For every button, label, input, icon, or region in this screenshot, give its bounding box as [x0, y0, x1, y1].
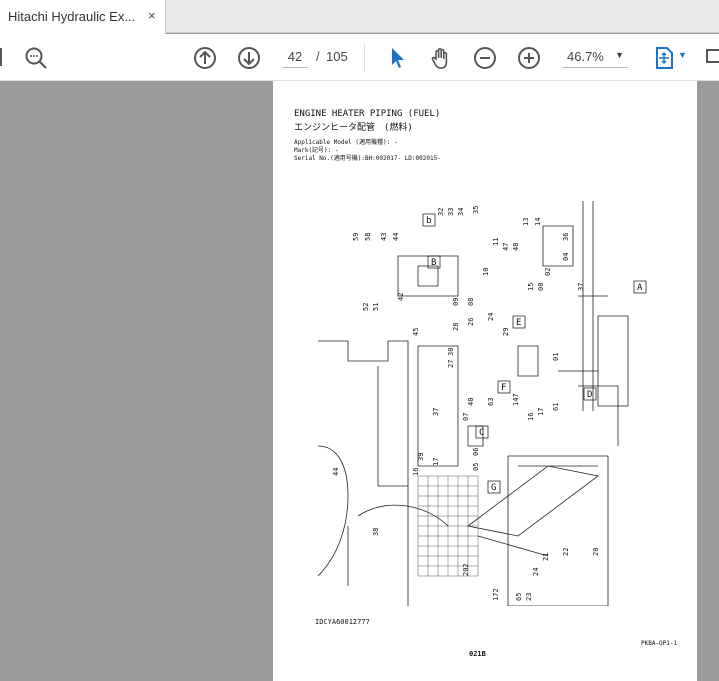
- hand-tool-icon[interactable]: [429, 46, 453, 70]
- doc-title-en: ENGINE HEATER PIPING (FUEL): [294, 109, 441, 119]
- part-number: 10: [482, 268, 490, 276]
- callout-d: D: [587, 390, 592, 400]
- part-number: 00: [537, 283, 545, 291]
- callout-e: E: [516, 318, 521, 328]
- callout-f: F: [501, 383, 506, 393]
- callout-a: A: [637, 283, 643, 293]
- part-number: 61: [552, 403, 560, 411]
- part-number: 06: [472, 448, 480, 456]
- part-number: 42: [397, 293, 405, 301]
- page-code: 021B: [469, 650, 486, 658]
- part-number: 37: [432, 408, 440, 416]
- piping-diagram: A B C D E F G b 59 58 43 44 52 51 42 32 33 34 35 10…: [318, 201, 647, 606]
- part-number: 16: [527, 413, 535, 421]
- part-number: 15: [527, 283, 535, 291]
- drawing-id: IDCYA60012777: [315, 618, 370, 626]
- callout-b-small: b: [426, 216, 431, 226]
- part-number: 02: [544, 268, 552, 276]
- document-tab[interactable]: Hitachi Hydraulic Ex... ×: [0, 0, 166, 34]
- part-number: 32: [437, 208, 445, 216]
- part-number: 43: [380, 233, 388, 241]
- comment-icon[interactable]: [705, 46, 719, 70]
- part-number: 13: [522, 218, 530, 226]
- part-number: 172: [492, 588, 500, 601]
- part-number: 30: [447, 348, 455, 356]
- part-number: 20: [592, 548, 600, 556]
- toolbar-divider: [364, 44, 365, 72]
- part-number: 16: [412, 468, 420, 476]
- previous-page-icon[interactable]: [193, 46, 217, 70]
- part-number: 04: [562, 253, 570, 261]
- part-number: 147: [512, 393, 520, 406]
- part-number: 07: [462, 413, 470, 421]
- part-number: 33: [447, 208, 455, 216]
- part-number: 23: [525, 593, 533, 601]
- chevron-down-icon: ▼: [615, 50, 624, 60]
- part-number: 17: [537, 408, 545, 416]
- part-number: 48: [512, 243, 520, 251]
- part-number: 202: [462, 563, 470, 576]
- zoom-out-icon[interactable]: [473, 46, 497, 70]
- part-number: 14: [534, 218, 542, 226]
- zoom-level-select[interactable]: 46.7% ▼: [562, 46, 628, 68]
- part-number: 24: [487, 313, 495, 321]
- part-number: 24: [532, 568, 540, 576]
- close-tab-icon[interactable]: ×: [148, 8, 156, 23]
- zoom-value: 46.7%: [567, 49, 604, 64]
- tab-title: Hitachi Hydraulic Ex...: [8, 9, 136, 24]
- fit-page-icon[interactable]: [652, 46, 676, 70]
- part-number: 01: [552, 353, 560, 361]
- part-number: 51: [372, 303, 380, 311]
- part-number: 22: [562, 548, 570, 556]
- sidebar-toggle[interactable]: [0, 48, 2, 66]
- part-number: 65: [515, 593, 523, 601]
- page-separator: /: [316, 49, 320, 64]
- select-tool-icon[interactable]: [386, 46, 410, 70]
- toolbar: / 105 46.7% ▼ ▼: [0, 34, 719, 81]
- tab-bar: Hitachi Hydraulic Ex... ×: [0, 0, 719, 34]
- part-number: 17: [432, 458, 440, 466]
- part-number: 28: [452, 323, 460, 331]
- page-total: 105: [326, 49, 348, 64]
- callout-c: C: [479, 428, 484, 438]
- find-icon[interactable]: [24, 46, 48, 70]
- part-number: 29: [502, 328, 510, 336]
- pdf-page: ENGINE HEATER PIPING (FUEL) エンジンヒータ配管 (燃…: [273, 81, 697, 681]
- fit-page-dropdown-icon[interactable]: ▼: [678, 50, 687, 60]
- part-number: 47: [502, 243, 510, 251]
- part-number: 39: [417, 453, 425, 461]
- part-number: 08: [467, 298, 475, 306]
- part-number: 59: [352, 233, 360, 241]
- part-number: 34: [457, 208, 465, 216]
- part-number: 52: [362, 303, 370, 311]
- part-number: 11: [492, 238, 500, 246]
- part-number: 40: [467, 398, 475, 406]
- part-number: 44: [332, 468, 340, 476]
- page-number-input[interactable]: [282, 46, 308, 68]
- callout-b: B: [431, 258, 436, 268]
- part-number: 27: [447, 360, 455, 368]
- doc-title-jp: エンジンヒータ配管 (燃料): [294, 123, 413, 133]
- part-number: 63: [487, 398, 495, 406]
- part-number: 58: [364, 233, 372, 241]
- serial-number: Serial No.(適用号機):BH:002017- LD:002015-: [294, 155, 441, 162]
- part-number: 09: [452, 298, 460, 306]
- part-number: 38: [372, 528, 380, 536]
- part-number: 21: [542, 553, 550, 561]
- zoom-in-icon[interactable]: [517, 46, 541, 70]
- part-number: 05: [472, 463, 480, 471]
- next-page-icon[interactable]: [237, 46, 261, 70]
- part-number: 45: [412, 328, 420, 336]
- part-number: 37: [577, 283, 585, 291]
- part-number: 35: [472, 206, 480, 214]
- part-number: 44: [392, 233, 400, 241]
- part-number: 26: [467, 318, 475, 326]
- callout-g: G: [491, 483, 496, 493]
- part-number: 36: [562, 233, 570, 241]
- drawing-code: PKBA-OP1-1: [641, 640, 678, 647]
